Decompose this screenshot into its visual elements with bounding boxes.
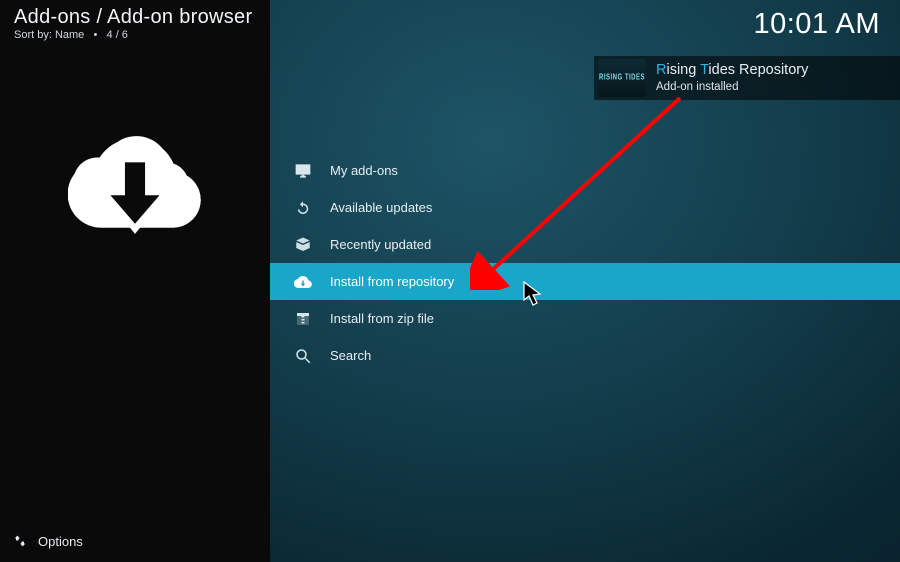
monitor-icon <box>294 162 312 180</box>
breadcrumb: Add-ons / Add-on browser <box>14 6 252 29</box>
notification-title: Rising Tides Repository <box>656 61 808 79</box>
refresh-icon <box>294 199 312 217</box>
menu-item-install-from-zip[interactable]: Install from zip file <box>270 300 900 337</box>
settings-sliders-icon <box>12 533 28 549</box>
thumbnail-text: RISING TIDES <box>599 74 645 82</box>
menu-item-label: Recently updated <box>330 237 431 252</box>
box-open-icon <box>294 236 312 254</box>
menu-item-my-addons[interactable]: My add-ons <box>270 152 900 189</box>
sort-label: Sort by: Name <box>14 29 84 41</box>
sort-indicator: Sort by: Name • 4 / 6 <box>14 29 128 41</box>
menu-item-search[interactable]: Search <box>270 337 900 374</box>
notification-thumbnail: RISING TIDES <box>598 59 646 97</box>
title-hl-1: R <box>656 62 666 78</box>
notification-subtitle: Add-on installed <box>656 80 808 94</box>
cloud-download-icon <box>294 273 312 291</box>
options-label: Options <box>38 534 83 549</box>
menu-item-label: Available updates <box>330 200 432 215</box>
menu-item-label: My add-ons <box>330 163 398 178</box>
menu-item-label: Install from repository <box>330 274 454 289</box>
sidebar: Add-ons / Add-on browser Sort by: Name •… <box>0 0 270 562</box>
title-part-2: ides <box>708 62 735 78</box>
download-cloud-icon <box>68 116 202 250</box>
menu-item-label: Install from zip file <box>330 311 434 326</box>
menu-item-install-from-repository[interactable]: Install from repository <box>270 263 900 300</box>
search-icon <box>294 347 312 365</box>
menu-item-available-updates[interactable]: Available updates <box>270 189 900 226</box>
list-position: 4 / 6 <box>107 29 128 41</box>
title-rest: Repository <box>735 62 808 78</box>
zip-box-icon <box>294 310 312 328</box>
menu-item-recently-updated[interactable]: Recently updated <box>270 226 900 263</box>
notification-toast: RISING TIDES Rising Tides Repository Add… <box>594 56 900 100</box>
menu-item-label: Search <box>330 348 371 363</box>
clock: 10:01 AM <box>753 8 880 41</box>
sort-separator: • <box>87 29 103 41</box>
title-part-1: ising <box>666 62 700 78</box>
options-button[interactable]: Options <box>0 520 270 562</box>
addon-menu: My add-ons Available updates Recently up… <box>270 152 900 374</box>
